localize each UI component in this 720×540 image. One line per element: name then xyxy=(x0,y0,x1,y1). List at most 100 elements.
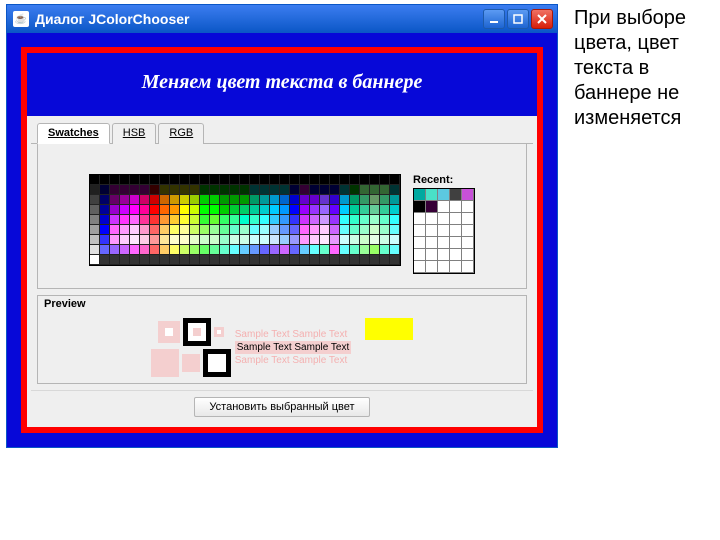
swatch-cell[interactable] xyxy=(380,195,390,205)
swatch-cell[interactable] xyxy=(230,225,240,235)
swatch-cell[interactable] xyxy=(330,225,340,235)
recent-swatch-cell[interactable] xyxy=(414,261,426,273)
swatch-cell[interactable] xyxy=(140,235,150,245)
swatch-cell[interactable] xyxy=(280,175,290,185)
recent-swatch-cell[interactable] xyxy=(414,201,426,213)
swatch-cell[interactable] xyxy=(240,225,250,235)
recent-swatch-cell[interactable] xyxy=(450,201,462,213)
swatch-cell[interactable] xyxy=(220,205,230,215)
swatch-cell[interactable] xyxy=(210,245,220,255)
swatch-cell[interactable] xyxy=(90,245,100,255)
swatch-cell[interactable] xyxy=(270,175,280,185)
recent-swatch-cell[interactable] xyxy=(414,189,426,201)
swatch-cell[interactable] xyxy=(250,255,260,265)
swatch-cell[interactable] xyxy=(150,175,160,185)
swatch-cell[interactable] xyxy=(380,185,390,195)
recent-swatch-cell[interactable] xyxy=(426,225,438,237)
swatch-cell[interactable] xyxy=(150,225,160,235)
swatch-cell[interactable] xyxy=(110,215,120,225)
swatch-cell[interactable] xyxy=(100,185,110,195)
swatch-cell[interactable] xyxy=(370,215,380,225)
swatch-cell[interactable] xyxy=(220,225,230,235)
swatch-cell[interactable] xyxy=(130,195,140,205)
swatch-cell[interactable] xyxy=(110,185,120,195)
swatch-cell[interactable] xyxy=(280,195,290,205)
swatch-cell[interactable] xyxy=(370,185,380,195)
swatch-cell[interactable] xyxy=(260,215,270,225)
swatch-cell[interactable] xyxy=(180,245,190,255)
swatch-cell[interactable] xyxy=(200,225,210,235)
swatch-cell[interactable] xyxy=(220,255,230,265)
swatch-cell[interactable] xyxy=(180,205,190,215)
swatch-cell[interactable] xyxy=(110,175,120,185)
swatch-cell[interactable] xyxy=(300,195,310,205)
swatch-cell[interactable] xyxy=(310,255,320,265)
swatch-cell[interactable] xyxy=(350,185,360,195)
recent-swatch-cell[interactable] xyxy=(438,201,450,213)
swatch-cell[interactable] xyxy=(130,215,140,225)
swatch-cell[interactable] xyxy=(330,215,340,225)
swatch-cell[interactable] xyxy=(140,215,150,225)
swatch-cell[interactable] xyxy=(380,245,390,255)
recent-swatch-cell[interactable] xyxy=(462,237,474,249)
swatch-cell[interactable] xyxy=(390,245,400,255)
swatch-cell[interactable] xyxy=(140,185,150,195)
swatch-cell[interactable] xyxy=(230,205,240,215)
swatch-cell[interactable] xyxy=(220,175,230,185)
swatch-cell[interactable] xyxy=(270,215,280,225)
swatch-cell[interactable] xyxy=(290,175,300,185)
recent-swatch-cell[interactable] xyxy=(450,261,462,273)
swatch-cell[interactable] xyxy=(210,235,220,245)
swatch-cell[interactable] xyxy=(90,225,100,235)
swatch-cell[interactable] xyxy=(180,235,190,245)
swatch-cell[interactable] xyxy=(310,175,320,185)
minimize-button[interactable] xyxy=(483,9,505,29)
swatch-cell[interactable] xyxy=(270,245,280,255)
swatch-cell[interactable] xyxy=(270,225,280,235)
swatch-cell[interactable] xyxy=(270,235,280,245)
swatch-cell[interactable] xyxy=(100,205,110,215)
swatch-cell[interactable] xyxy=(260,175,270,185)
swatch-cell[interactable] xyxy=(330,255,340,265)
swatch-cell[interactable] xyxy=(370,205,380,215)
recent-swatch-cell[interactable] xyxy=(438,213,450,225)
swatch-cell[interactable] xyxy=(130,235,140,245)
swatch-cell[interactable] xyxy=(320,205,330,215)
swatch-cell[interactable] xyxy=(260,195,270,205)
swatch-cell[interactable] xyxy=(180,185,190,195)
swatch-cell[interactable] xyxy=(390,215,400,225)
swatch-cell[interactable] xyxy=(160,225,170,235)
swatch-cell[interactable] xyxy=(280,215,290,225)
swatch-cell[interactable] xyxy=(250,235,260,245)
swatch-cell[interactable] xyxy=(120,235,130,245)
swatch-cell[interactable] xyxy=(230,235,240,245)
swatch-cell[interactable] xyxy=(270,205,280,215)
swatch-cell[interactable] xyxy=(120,195,130,205)
swatch-cell[interactable] xyxy=(110,235,120,245)
swatch-cell[interactable] xyxy=(120,255,130,265)
swatch-cell[interactable] xyxy=(170,255,180,265)
swatch-cell[interactable] xyxy=(280,255,290,265)
swatch-cell[interactable] xyxy=(350,205,360,215)
swatch-cell[interactable] xyxy=(120,185,130,195)
swatch-cell[interactable] xyxy=(360,255,370,265)
recent-swatch-cell[interactable] xyxy=(438,261,450,273)
swatch-cell[interactable] xyxy=(380,255,390,265)
swatch-cell[interactable] xyxy=(310,195,320,205)
swatch-cell[interactable] xyxy=(350,195,360,205)
swatch-cell[interactable] xyxy=(390,235,400,245)
swatch-cell[interactable] xyxy=(250,225,260,235)
swatch-cell[interactable] xyxy=(260,225,270,235)
swatch-cell[interactable] xyxy=(390,195,400,205)
swatch-cell[interactable] xyxy=(330,185,340,195)
swatch-cell[interactable] xyxy=(160,195,170,205)
swatch-cell[interactable] xyxy=(150,235,160,245)
swatch-cell[interactable] xyxy=(340,205,350,215)
swatch-cell[interactable] xyxy=(290,185,300,195)
swatch-cell[interactable] xyxy=(290,225,300,235)
swatch-cell[interactable] xyxy=(370,245,380,255)
swatch-cell[interactable] xyxy=(230,215,240,225)
swatch-cell[interactable] xyxy=(150,255,160,265)
swatch-cell[interactable] xyxy=(130,175,140,185)
swatch-cell[interactable] xyxy=(130,205,140,215)
